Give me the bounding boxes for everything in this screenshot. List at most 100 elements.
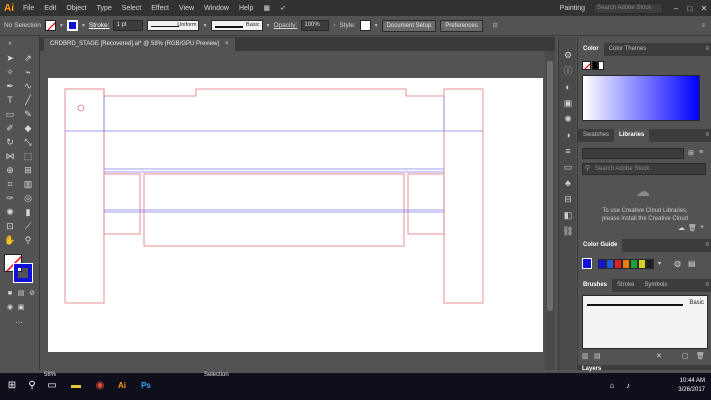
layers-tab[interactable]: Layers	[582, 366, 601, 372]
pathfinder-icon[interactable]: ◧	[562, 209, 574, 221]
task-view-icon[interactable]: ▭	[44, 378, 60, 394]
add-library-icon[interactable]: +	[700, 224, 704, 231]
color-guide-base[interactable]	[582, 258, 592, 269]
save-color-group-icon[interactable]: ▤	[688, 259, 696, 268]
brushes-panel-menu-icon[interactable]: ≡	[705, 279, 709, 292]
variable-width-profile[interactable]: Uniform	[147, 20, 200, 31]
color-swatch-none[interactable]	[582, 61, 591, 70]
search-icon[interactable]: ⚲	[24, 378, 40, 394]
file-explorer-icon[interactable]: ▬	[68, 378, 84, 394]
stroke-weight-field[interactable]: 1 pt	[113, 20, 144, 31]
menu-select[interactable]: Select	[117, 5, 146, 12]
rectangle-tool-icon[interactable]: ▭	[3, 108, 17, 120]
brush-list[interactable]: Basic	[582, 295, 708, 349]
fill-swatch[interactable]	[44, 20, 56, 31]
color-panel-menu-icon[interactable]: ≡	[705, 43, 709, 56]
gradient-tool-icon[interactable]: ▥	[21, 178, 35, 190]
align-panel-icon[interactable]: ⊟	[562, 193, 574, 205]
menu-edit[interactable]: Edit	[39, 5, 61, 12]
gpu-rocket-icon[interactable]: ➶	[275, 4, 291, 12]
new-brush-icon[interactable]: ▢	[682, 352, 689, 360]
workspace-switcher[interactable]: Painting	[560, 5, 585, 12]
style-dropdown-icon[interactable]: ▾	[375, 22, 378, 29]
delete-brush-icon[interactable]: 🗑	[696, 352, 705, 360]
menu-help[interactable]: Help	[234, 5, 258, 12]
line-segment-tool-icon[interactable]: ╱	[21, 94, 35, 106]
opacity-label[interactable]: Opacity:	[274, 22, 298, 29]
color-guide-swatch-3[interactable]	[614, 259, 622, 269]
illustrator-taskbar-icon[interactable]: Ai	[114, 378, 130, 394]
selection-tool-icon[interactable]: ➤	[3, 52, 17, 64]
scale-tool-icon[interactable]: ⤡	[21, 136, 35, 148]
transparency-icon[interactable]: ◑	[562, 129, 574, 141]
fill-dropdown-icon[interactable]: ▾	[60, 22, 63, 29]
brush-definition[interactable]: Basic	[210, 20, 263, 31]
magic-wand-tool-icon[interactable]: ✧	[3, 66, 17, 78]
perspective-grid-tool-icon[interactable]: ⊞	[21, 164, 35, 176]
stroke-panel-icon[interactable]: ≡	[562, 145, 574, 157]
stroke-dropdown-icon[interactable]: ▾	[82, 22, 85, 29]
brush-dropdown-icon[interactable]: ▾	[267, 22, 270, 29]
stroke-swatch[interactable]	[66, 20, 78, 31]
arrange-documents-icon[interactable]: ▦	[258, 4, 275, 12]
stroke-box[interactable]	[13, 263, 33, 283]
color-spectrum[interactable]	[582, 75, 700, 121]
vertical-scroll-thumb[interactable]	[547, 61, 553, 311]
tab-brushes[interactable]: Brushes	[578, 279, 613, 292]
hand-tool-icon[interactable]: ✋	[3, 234, 17, 246]
remove-stroke-icon[interactable]: ✕	[656, 352, 662, 360]
width-tool-icon[interactable]: ⋈	[3, 150, 17, 162]
network-icon[interactable]: ⌂	[604, 378, 620, 394]
pen-tool-icon[interactable]: ✒	[3, 80, 17, 92]
document-setup-button[interactable]: Document Setup	[381, 19, 437, 32]
properties-icon[interactable]: ⚙	[562, 49, 574, 61]
edit-toolbar-icon[interactable]: ⋯	[12, 318, 26, 330]
tab-color[interactable]: Color	[578, 43, 604, 56]
tab-swatches[interactable]: Swatches	[578, 129, 614, 142]
opacity-field[interactable]: 100%	[301, 20, 330, 31]
artboard-tool-icon[interactable]: ⊡	[3, 220, 17, 232]
links-icon[interactable]: ⛓	[562, 225, 574, 237]
harmony-dropdown-icon[interactable]: ▾	[658, 260, 661, 267]
blend-tool-icon[interactable]: ◎	[21, 192, 35, 204]
profile-dropdown-icon[interactable]: ▾	[203, 22, 206, 29]
menu-file[interactable]: File	[18, 5, 39, 12]
graphic-style-swatch[interactable]	[359, 20, 371, 31]
document-tab[interactable]: CRDBRD_STAGE [Recovered].ai* @ 58% (RGB/…	[44, 38, 235, 51]
libraries-search-input[interactable]: Search Adobe Stock	[582, 163, 706, 175]
photoshop-taskbar-icon[interactable]: Ps	[138, 378, 154, 394]
windows-start-icon[interactable]: ⊞	[4, 378, 20, 394]
brush-library-icon[interactable]: ▥	[582, 352, 589, 360]
color-guide-swatch-1[interactable]	[598, 259, 606, 269]
tab-color-guide[interactable]: Color Guide	[578, 239, 623, 252]
eyedropper-tool-icon[interactable]: ✑	[3, 192, 17, 204]
slice-tool-icon[interactable]: ⟋	[21, 220, 35, 232]
appearance-icon[interactable]: ▣	[562, 97, 574, 109]
eraser-tool-icon[interactable]: ◆	[21, 122, 35, 134]
zoom-level[interactable]: 58%	[44, 372, 56, 378]
color-swatch-white[interactable]	[598, 61, 604, 70]
basic-brush-stroke[interactable]	[587, 304, 683, 306]
minimize-icon[interactable]: –	[669, 4, 683, 13]
close-tab-icon[interactable]: ×	[225, 41, 229, 47]
lasso-tool-icon[interactable]: ⌁	[21, 66, 35, 78]
direct-selection-tool-icon[interactable]: ⇗	[21, 52, 35, 64]
type-tool-icon[interactable]: T	[3, 94, 17, 106]
menu-effect[interactable]: Effect	[146, 5, 174, 12]
chrome-icon[interactable]: ◉	[92, 378, 108, 394]
align-icon[interactable]: ⊟	[493, 22, 498, 29]
color-guide-swatch-5[interactable]	[630, 259, 638, 269]
maximize-icon[interactable]: □	[683, 4, 697, 13]
menu-object[interactable]: Object	[61, 5, 91, 12]
system-clock[interactable]: 10:44 AM 3/26/2017	[678, 377, 705, 395]
zoom-tool-icon[interactable]: ⚲	[21, 234, 35, 246]
edit-colors-icon[interactable]: ◍	[674, 259, 681, 268]
panel-menu-icon[interactable]: ≡	[701, 23, 705, 29]
color-guide-swatch-7[interactable]	[646, 259, 654, 269]
tab-symbols[interactable]: Symbols	[639, 279, 672, 292]
collapse-tools-icon[interactable]: »	[3, 38, 17, 50]
mesh-tool-icon[interactable]: ⌗	[3, 178, 17, 190]
library-select[interactable]	[582, 148, 684, 159]
column-graph-tool-icon[interactable]: ▮	[21, 206, 35, 218]
none-mode-icon[interactable]: ⊘	[25, 288, 39, 300]
